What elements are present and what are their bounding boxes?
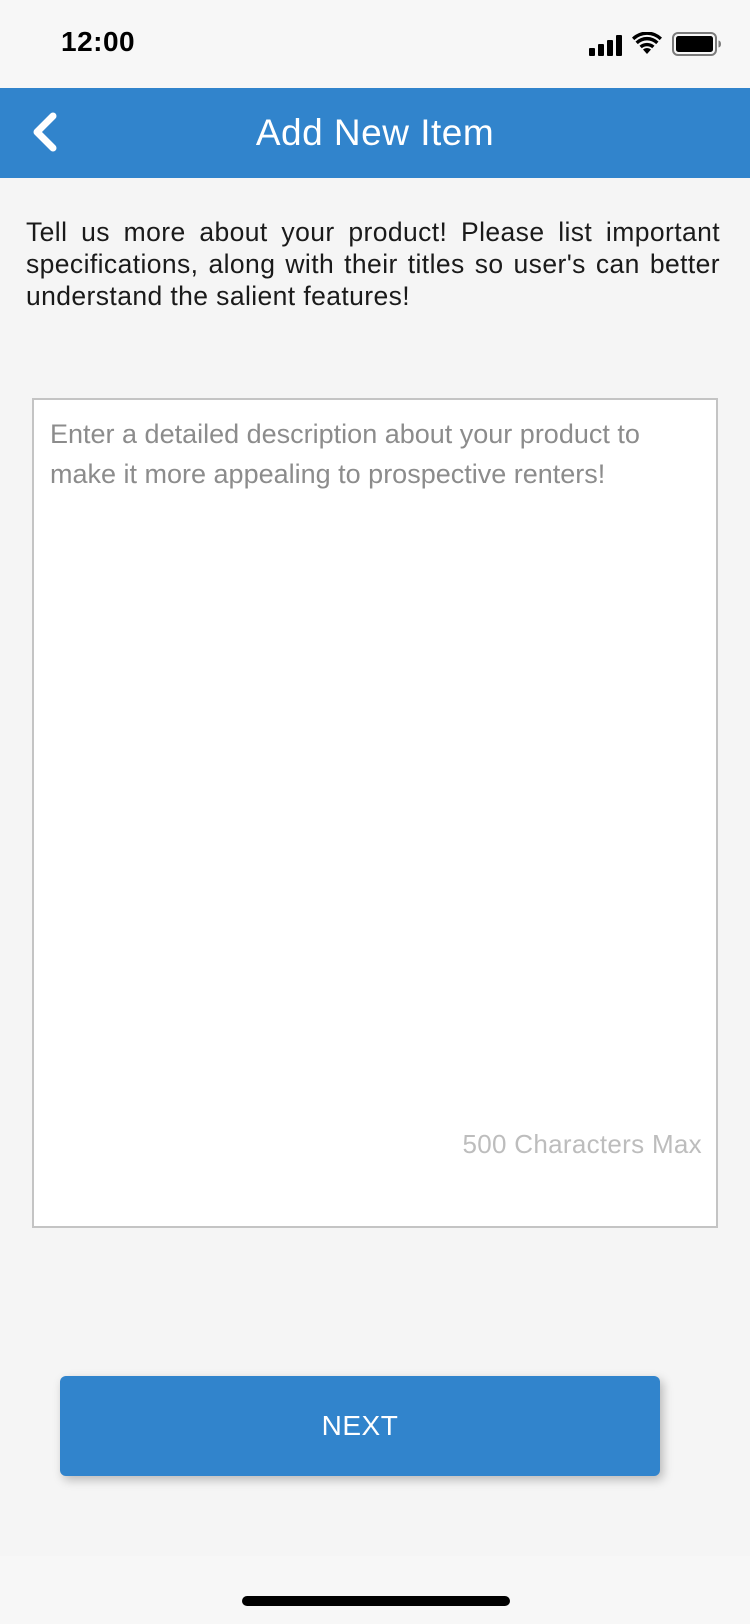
next-button[interactable]: NEXT [60, 1376, 660, 1476]
home-indicator[interactable] [242, 1596, 510, 1606]
back-button[interactable] [14, 102, 74, 162]
signal-icon [589, 34, 622, 56]
nav-bar: Add New Item [0, 88, 750, 178]
status-icons [589, 30, 722, 56]
battery-icon [672, 32, 721, 56]
status-time: 12:00 [61, 26, 136, 57]
intro-text: Tell us more about your product! Please … [26, 217, 720, 311]
add-new-item-screen: 12:00 Add New Item Tell us more about yo… [0, 0, 750, 1624]
next-button-label: NEXT [321, 1410, 399, 1441]
char-limit-label: 500 Characters Max [462, 1129, 702, 1159]
home-indicator-area [0, 1556, 750, 1624]
chevron-left-icon [33, 112, 57, 152]
status-bar: 12:00 [0, 0, 750, 88]
wifi-icon [632, 32, 662, 54]
description-input[interactable] [34, 400, 716, 1226]
page-title: Add New Item [255, 112, 495, 153]
description-box: 500 Characters Max [32, 398, 718, 1228]
